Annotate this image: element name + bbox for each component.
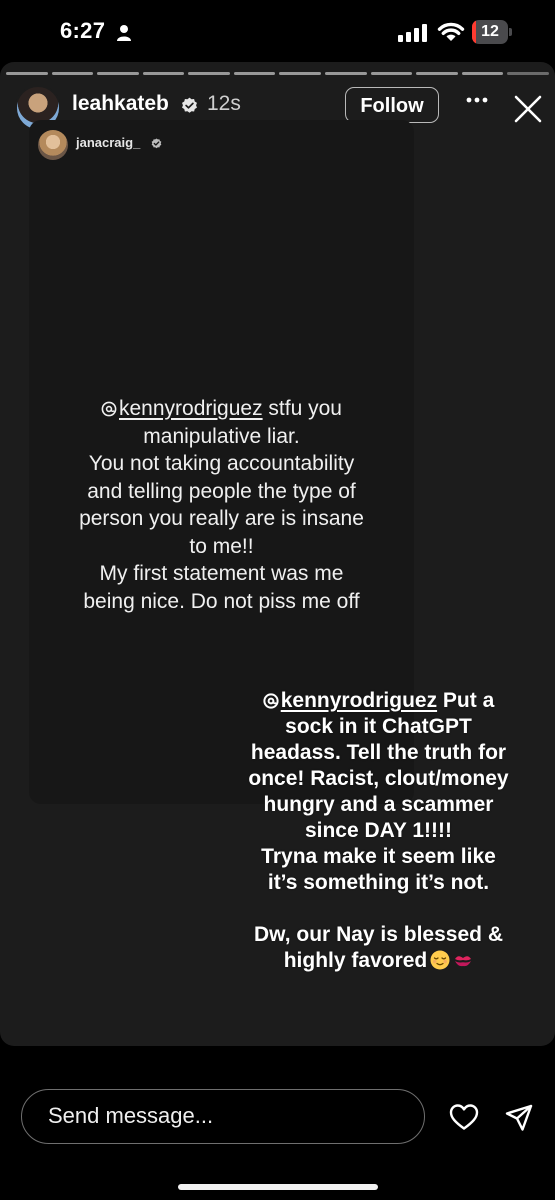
overlay-line: Tryna make it seem like: [261, 845, 496, 868]
shared-post-verified-icon: [151, 138, 162, 149]
progress-segment: [461, 72, 504, 75]
story-overlay-text: kennyrodriguez Put a sock in it ChatGPT …: [226, 688, 531, 974]
story-age: 12s: [207, 92, 241, 115]
overlay-line: it’s something it’s not.: [267, 871, 490, 894]
progress-segment: [279, 72, 322, 75]
send-icon[interactable]: [504, 1103, 534, 1133]
progress-segment: [51, 72, 94, 75]
heart-icon[interactable]: [449, 1103, 479, 1131]
shared-post-line: to me!!: [189, 534, 254, 558]
progress-segment: [6, 72, 48, 75]
overlay-line: sock in it ChatGPT: [285, 715, 472, 738]
status-bar: 6:27 12: [0, 0, 555, 64]
follow-button[interactable]: Follow: [345, 87, 439, 123]
battery-indicator: 12: [472, 20, 512, 46]
shared-post-line: person you really are is insane: [79, 507, 364, 530]
shared-post-line: and telling people the type of: [87, 479, 356, 503]
send-message-field[interactable]: Send message...: [21, 1089, 425, 1144]
wifi-icon: [437, 22, 465, 41]
status-time: 6:27: [60, 18, 106, 43]
overlay-line: hungry and a scammer: [263, 793, 494, 816]
story-frame[interactable]: leahkateb 12s Follow janacraig_ kennyrod…: [0, 62, 555, 1046]
progress-segment: [142, 72, 185, 75]
overlay-line: highly favored: [283, 949, 428, 972]
threads-at-icon: [101, 401, 117, 417]
author-username[interactable]: leahkateb: [72, 92, 169, 116]
progress-segment: [325, 72, 367, 75]
progress-segment: [188, 72, 230, 75]
overlay-mention[interactable]: kennyrodriguez: [263, 689, 437, 712]
shared-post-mention[interactable]: kennyrodriguez: [101, 397, 263, 420]
kiss-mark-emoji: [455, 956, 472, 967]
progress-segment: [233, 72, 276, 75]
shared-post-line: My first statement was me: [99, 562, 344, 585]
verified-badge-icon: [182, 97, 197, 113]
progress-segment: [416, 72, 458, 75]
progress-segment: [370, 72, 413, 75]
person-icon: [117, 25, 131, 41]
threads-at-icon: [263, 693, 279, 709]
shared-post-text: kennyrodriguez stfu you manipulative lia…: [29, 395, 414, 615]
overlay-line: Dw, our Nay is blessed &: [254, 923, 503, 946]
shared-post-username[interactable]: janacraig_: [76, 135, 140, 150]
more-options-icon[interactable]: [466, 96, 488, 104]
progress-segment: [507, 72, 549, 75]
story-progress-bar: [6, 72, 549, 75]
message-placeholder: Send message...: [48, 1103, 214, 1128]
home-indicator[interactable]: [178, 1184, 378, 1190]
shared-post-avatar[interactable]: [38, 130, 68, 160]
cellular-signal-icon: [398, 24, 427, 42]
overlay-line: headass. Tell the truth for: [250, 741, 507, 764]
overlay-line: since DAY 1!!!!: [304, 819, 453, 842]
battery-level: 12: [481, 23, 499, 40]
shared-post-line: manipulative liar.: [143, 424, 300, 448]
overlay-line: once! Racist, clout/money: [248, 767, 509, 790]
close-icon[interactable]: [514, 95, 542, 123]
relieved-face-emoji: [430, 950, 450, 970]
shared-post-line: being nice. Do not piss me off: [83, 589, 360, 613]
progress-segment: [97, 72, 139, 75]
shared-post-line: You not taking accountability: [88, 452, 355, 475]
